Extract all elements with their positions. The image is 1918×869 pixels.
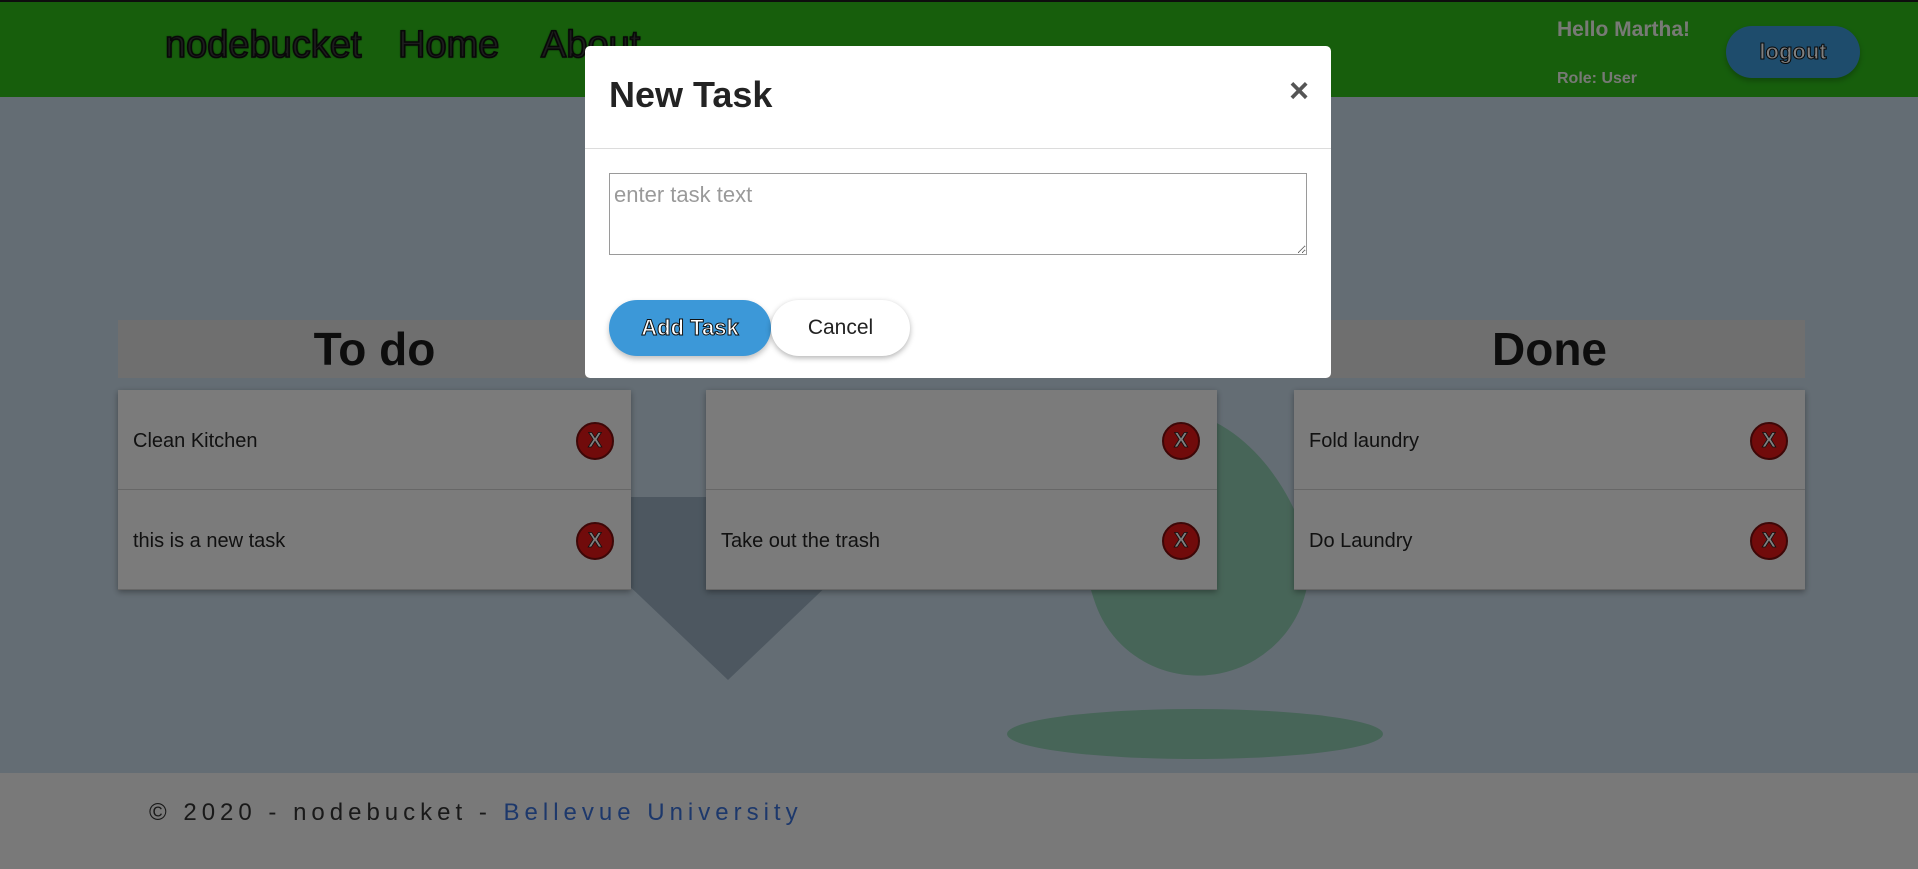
new-task-dialog: New Task × Add Task Cancel [585, 46, 1331, 378]
task-text-input[interactable] [609, 173, 1307, 255]
dialog-header: New Task × [585, 46, 1331, 149]
cancel-button[interactable]: Cancel [771, 300, 910, 356]
dialog-title: New Task [609, 74, 773, 115]
close-icon[interactable]: × [1289, 72, 1309, 111]
modal-backdrop[interactable]: New Task × Add Task Cancel [0, 0, 1918, 869]
add-task-button[interactable]: Add Task [609, 300, 771, 356]
